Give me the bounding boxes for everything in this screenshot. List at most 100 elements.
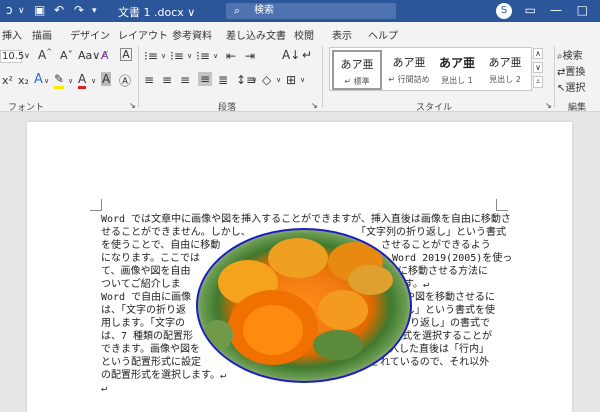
numbering-dropdown-icon[interactable]: ∨: [187, 52, 192, 60]
title-bar: ↄ ∨ ▣ ↶ ↷ ▾ 文書 1 .docx ∨ ⌕ 検索 S ▭ — □: [0, 0, 600, 22]
borders-icon[interactable]: ⊞: [286, 73, 296, 87]
tab-insert[interactable]: 挿入: [2, 27, 22, 42]
char-border-icon[interactable]: A: [120, 48, 132, 61]
text-line: できます。画像や図を: [101, 344, 200, 355]
enclose-char-icon[interactable]: Ⓐ: [119, 72, 131, 89]
increase-indent-icon[interactable]: ⇥: [245, 49, 255, 63]
style-normal[interactable]: あア亜 ↵ 標準: [332, 50, 382, 90]
style-sample: あア亜: [392, 56, 426, 69]
align-left-icon[interactable]: ≡: [144, 73, 154, 87]
ribbon: 10.5 ∨ A^ Aˇ Aa∨ A̸ A x² x₂ A ∨ ✎ ∨ A ∨ …: [0, 42, 600, 113]
text-line: て、画像や図を自由: [101, 266, 191, 277]
shading-dropdown-icon[interactable]: ∨: [276, 76, 281, 84]
text-line: の配置形式を選択します。↵: [101, 370, 227, 381]
shrink-font-icon[interactable]: Aˇ: [60, 49, 73, 62]
tab-review[interactable]: 校閲: [294, 27, 314, 42]
show-marks-icon[interactable]: ↵: [302, 48, 312, 62]
styles-scroll-up-icon[interactable]: ∧: [533, 48, 543, 59]
strikethrough-icon[interactable]: x²: [2, 74, 13, 87]
char-shading-icon[interactable]: A: [101, 72, 112, 86]
crop-mark-top-right: [496, 199, 508, 211]
select-label: 選択: [565, 83, 586, 94]
multilevel-dropdown-icon[interactable]: ∨: [213, 52, 218, 60]
text-line: Word 2019(2005)を使っ: [392, 253, 513, 264]
select-button[interactable]: ↖選択: [557, 79, 585, 94]
text-line: Word では文章中に画像や図を挿入することができますが、挿入直後は画像を自由に…: [101, 214, 511, 225]
clear-format-icon[interactable]: A̸: [101, 49, 109, 62]
line-spacing-dropdown-icon[interactable]: ∨: [252, 76, 257, 84]
text-line: せることができません。しかし、: [101, 227, 251, 238]
save-icon[interactable]: ▣: [34, 3, 45, 17]
autosave-icon[interactable]: ↄ: [6, 3, 13, 17]
align-right-icon[interactable]: ≡: [180, 73, 190, 87]
multilevel-list-icon[interactable]: ⁝≡: [196, 49, 210, 63]
tab-help[interactable]: ヘルプ: [368, 27, 398, 42]
search-box[interactable]: ⌕ 検索: [226, 3, 396, 19]
align-center-icon[interactable]: ≡: [162, 73, 172, 87]
numbering-icon[interactable]: ⁝≡: [170, 49, 184, 63]
styles-gallery: あア亜 ↵ 標準 あア亜 ↵ 行間詰め あア亜 見出し 1 あア亜 見出し 2: [329, 47, 532, 91]
style-name: ↵ 行間詰め: [388, 75, 430, 84]
style-heading-2[interactable]: あア亜 見出し 2: [480, 50, 530, 90]
separator: [554, 46, 555, 108]
text-line: されているので、それ以外: [370, 357, 490, 368]
minimize-icon[interactable]: —: [550, 3, 562, 17]
maximize-icon[interactable]: □: [577, 3, 588, 17]
borders-dropdown-icon[interactable]: ∨: [300, 76, 305, 84]
text-line: という配置形式に設定: [101, 357, 201, 368]
font-size-dropdown-icon[interactable]: ∨: [24, 51, 30, 60]
style-name: 見出し 2: [489, 75, 521, 84]
customize-quick-access-icon[interactable]: ▾: [92, 6, 97, 16]
sort-icon[interactable]: A↓: [282, 48, 300, 62]
styles-scroll-down-icon[interactable]: ∨: [533, 62, 543, 73]
text-line: させることができるよう: [381, 240, 491, 251]
find-button[interactable]: ⌕検索: [557, 47, 583, 62]
highlight-icon[interactable]: ✎: [54, 72, 65, 89]
undo-icon[interactable]: ↶: [54, 3, 64, 17]
tab-draw[interactable]: 描画: [32, 27, 52, 42]
dropdown-icon[interactable]: ∨: [18, 6, 25, 16]
text-line: ↵: [101, 383, 108, 394]
font-color-icon[interactable]: A: [78, 72, 87, 89]
tab-layout[interactable]: レイアウト: [118, 27, 168, 42]
document-title[interactable]: 文書 1 .docx ∨: [118, 4, 195, 20]
paragraph-dialog-launcher-icon[interactable]: ↘: [311, 101, 318, 110]
font-size-box[interactable]: 10.5: [0, 50, 24, 63]
styles-more-icon[interactable]: ⩡: [533, 76, 543, 88]
bullets-dropdown-icon[interactable]: ∨: [161, 52, 166, 60]
tab-references[interactable]: 参考資料: [172, 27, 212, 42]
decrease-indent-icon[interactable]: ⇤: [226, 49, 236, 63]
replace-label: 置換: [565, 67, 586, 78]
styles-dialog-launcher-icon[interactable]: ↘: [545, 101, 552, 110]
superscript-icon[interactable]: x₂: [18, 74, 29, 87]
text-effects-icon[interactable]: A: [34, 72, 43, 87]
grow-font-icon[interactable]: A^: [38, 48, 52, 62]
image-detail: [348, 265, 393, 295]
style-no-spacing[interactable]: あア亜 ↵ 行間詰め: [384, 50, 434, 90]
flower-image[interactable]: [196, 228, 412, 383]
shading-icon[interactable]: ◇: [262, 73, 271, 87]
font-dialog-launcher-icon[interactable]: ↘: [129, 101, 136, 110]
style-sample: あア亜: [340, 58, 374, 71]
redo-icon[interactable]: ↷: [74, 3, 84, 17]
font-color-dropdown-icon[interactable]: ∨: [91, 77, 96, 85]
bullets-icon[interactable]: ⁝≡: [144, 49, 158, 63]
distributed-icon[interactable]: ≣: [218, 73, 228, 87]
text-effects-dropdown-icon[interactable]: ∨: [44, 77, 49, 85]
justify-icon[interactable]: ≡: [198, 72, 213, 86]
ribbon-display-icon[interactable]: ▭: [525, 3, 536, 17]
user-avatar[interactable]: S: [496, 3, 512, 19]
text-line: 折り返し」の書式で: [400, 318, 490, 329]
tab-design[interactable]: デザイン: [70, 27, 110, 42]
change-case-icon[interactable]: Aa∨: [78, 49, 100, 62]
image-detail: [243, 305, 303, 355]
tab-view[interactable]: 表示: [332, 27, 352, 42]
crop-mark-top-left: [90, 199, 102, 211]
text-line: 式を選択することが: [402, 331, 492, 342]
style-heading-1[interactable]: あア亜 見出し 1: [432, 50, 482, 90]
highlight-dropdown-icon[interactable]: ∨: [68, 77, 73, 85]
text-line: や図を移動させるに: [405, 292, 495, 303]
style-sample: あア亜: [438, 56, 475, 70]
tab-mailings[interactable]: 差し込み文書: [226, 27, 286, 42]
replace-button[interactable]: ⇄置換: [557, 63, 585, 78]
